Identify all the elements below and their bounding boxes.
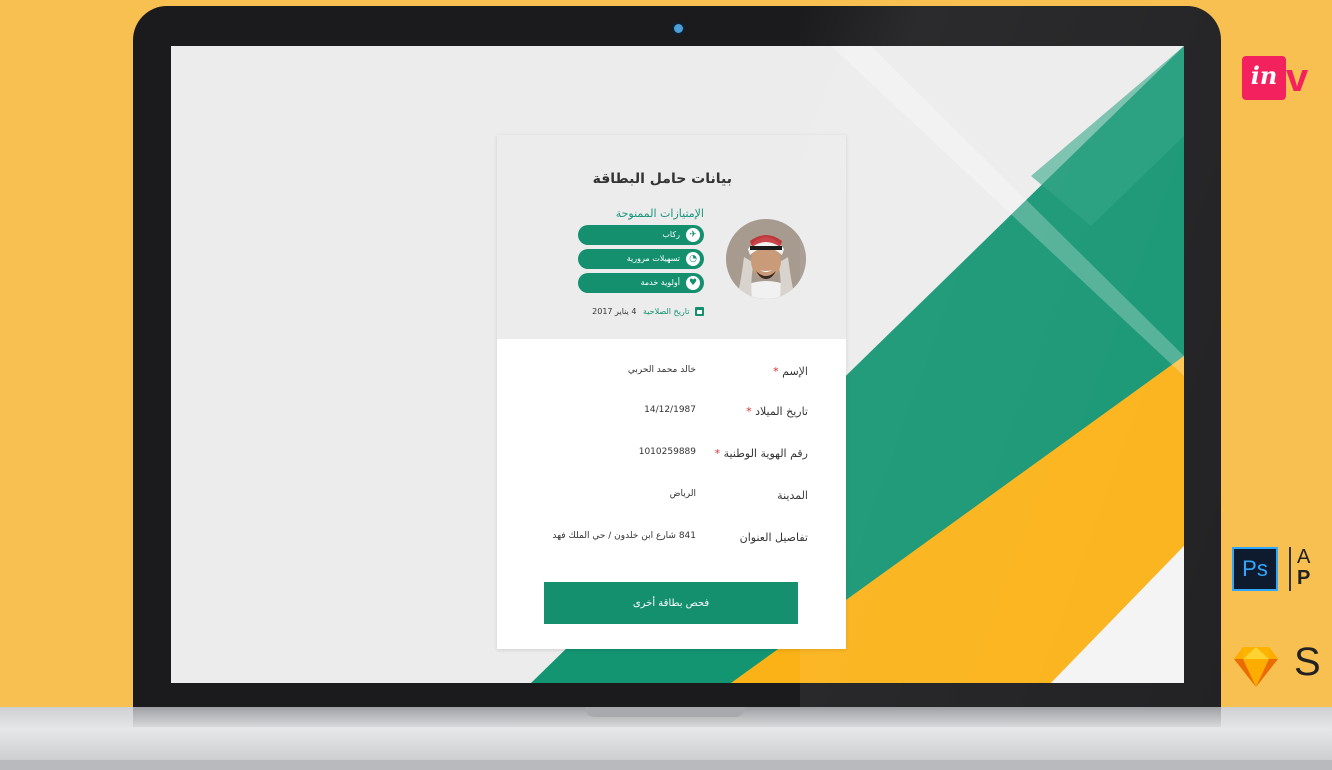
- laptop-base-shadow: [0, 760, 1332, 770]
- sketch-icon: [1234, 647, 1278, 687]
- laptop-notch: [585, 707, 745, 717]
- field-row-address: تفاصيل العنوان 841 شارع ابن خلدون / حي ا…: [497, 531, 846, 551]
- field-row-city: المدينة الرياض: [497, 489, 846, 509]
- field-label: الإسم *: [773, 365, 808, 378]
- field-label: المدينة: [777, 489, 808, 502]
- privilege-label: أولوية خدمة: [640, 278, 680, 287]
- field-value: 14/12/1987: [644, 405, 696, 415]
- privileges-title: الإمتيازات الممنوحة: [615, 207, 704, 220]
- check-another-card-button[interactable]: فحص بطاقة أخرى: [544, 582, 798, 624]
- privilege-label: ركاب: [662, 230, 680, 239]
- calendar-icon: [695, 307, 704, 316]
- field-label: تاريخ الميلاد *: [746, 405, 808, 418]
- camera-icon: [674, 24, 683, 33]
- expiry-date: تاريخ الصلاحية 4 يناير 2017: [592, 307, 704, 316]
- field-row-birthdate: تاريخ الميلاد * 14/12/1987: [497, 405, 846, 425]
- avatar: [726, 219, 806, 299]
- privilege-chip: ✈ ركاب: [578, 225, 704, 245]
- privilege-chip: ♥ أولوية خدمة: [578, 273, 704, 293]
- required-mark: *: [746, 405, 752, 418]
- field-row-national-id: رقم الهوية الوطنية * 1010259889: [497, 447, 846, 467]
- required-mark: *: [714, 447, 721, 460]
- card-title: بيانات حامل البطاقة: [592, 171, 732, 187]
- field-value: خالد محمد الحربي: [627, 365, 696, 375]
- expiry-label: تاريخ الصلاحية: [642, 307, 690, 316]
- field-label: تفاصيل العنوان: [739, 531, 808, 544]
- field-value: الرياض: [669, 489, 696, 499]
- field-value: 1010259889: [638, 447, 696, 457]
- card-header: بيانات حامل البطاقة الإمتيازات الممنوحة: [497, 135, 846, 339]
- photoshop-divider: [1289, 547, 1291, 591]
- privilege-chip: ◔ تسهيلات مرورية: [578, 249, 704, 269]
- cardholder-card: بيانات حامل البطاقة الإمتيازات الممنوحة: [497, 135, 846, 649]
- field-value: 841 شارع ابن خلدون / حي الملك فهد: [552, 531, 696, 541]
- laptop-screen: بيانات حامل البطاقة الإمتيازات الممنوحة: [171, 46, 1184, 683]
- photoshop-logo: Ps: [1232, 547, 1278, 591]
- field-row-name: الإسم * خالد محمد الحربي: [497, 365, 846, 385]
- clock-icon: ◔: [686, 252, 700, 266]
- photoshop-wordmark-p: P: [1297, 567, 1311, 589]
- heart-icon: ♥: [686, 276, 700, 290]
- privilege-label: تسهيلات مرورية: [626, 254, 680, 263]
- field-label: رقم الهوية الوطنية *: [714, 447, 808, 460]
- invision-wordmark: v: [1286, 56, 1309, 100]
- avatar-image: [726, 219, 806, 299]
- required-mark: *: [773, 365, 779, 378]
- photoshop-wordmark-a: A: [1297, 546, 1311, 568]
- invision-logo: in: [1242, 56, 1286, 100]
- expiry-value: 4 يناير 2017: [592, 307, 637, 316]
- sketch-wordmark: S: [1294, 640, 1321, 684]
- plane-icon: ✈: [686, 228, 700, 242]
